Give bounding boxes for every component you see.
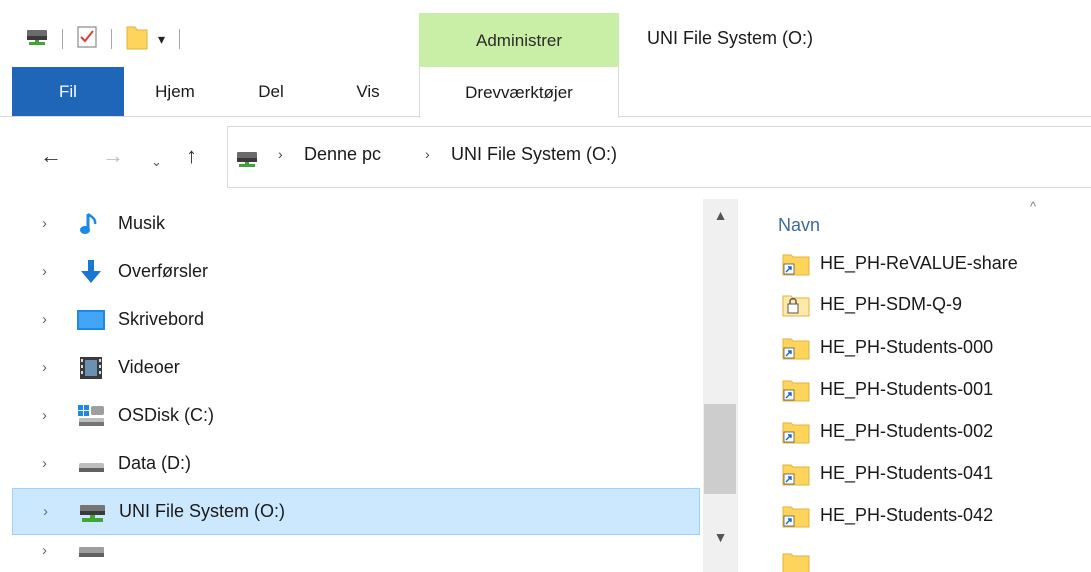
- file-list: ^ Navn HE_PH-ReVALUE-share HE_PH-SDM-Q-9: [740, 199, 1091, 572]
- chevron-right-icon[interactable]: ›: [42, 542, 47, 559]
- toolbar-divider: [111, 29, 112, 49]
- ribbon-tabs: Fil Hjem Del Vis Drevværktøjer: [0, 67, 1091, 118]
- scroll-down-icon[interactable]: ▼: [703, 529, 738, 545]
- tree-item-label: UNI File System (O:): [119, 501, 286, 521]
- chevron-right-icon[interactable]: ›: [42, 311, 47, 328]
- tree-item-label: OSDisk (C:): [118, 405, 214, 425]
- file-row[interactable]: HE_PH-ReVALUE-share: [778, 243, 1088, 284]
- toolbar-divider: [179, 29, 181, 49]
- file-row-partial[interactable]: [778, 537, 1088, 572]
- tab-drive-tools[interactable]: Drevværktøjer: [419, 67, 619, 118]
- shared-folder-icon: [782, 462, 810, 486]
- column-header-name[interactable]: Navn: [778, 215, 820, 236]
- arrow-up-icon[interactable]: ↑: [186, 143, 197, 169]
- tab-file[interactable]: Fil: [12, 67, 124, 116]
- tab-view[interactable]: Vis: [338, 67, 398, 116]
- sort-ascending-icon: ^: [1030, 199, 1037, 214]
- chevron-right-icon[interactable]: ›: [42, 455, 47, 472]
- file-row[interactable]: HE_PH-Students-000: [778, 327, 1088, 368]
- file-name: HE_PH-Students-001: [820, 379, 994, 399]
- drive-icon: [76, 541, 106, 567]
- file-row[interactable]: HE_PH-Students-002: [778, 411, 1088, 452]
- drive-icon: [76, 451, 106, 477]
- scroll-up-icon[interactable]: ▲: [703, 207, 738, 223]
- customize-dropdown-icon[interactable]: ▾: [158, 32, 165, 46]
- address-bar[interactable]: › Denne pc › UNI File System (O:): [227, 126, 1091, 188]
- file-name: HE_PH-ReVALUE-share: [820, 253, 1018, 273]
- tree-item-music[interactable]: › Musik: [12, 200, 700, 247]
- file-name: HE_PH-Students-042: [820, 505, 994, 525]
- tree-item-desktop[interactable]: › Skrivebord: [12, 296, 700, 343]
- tab-share[interactable]: Del: [236, 67, 306, 116]
- properties-check-icon[interactable]: [77, 25, 97, 53]
- scrollbar-thumb[interactable]: [704, 404, 736, 494]
- chevron-right-icon[interactable]: ›: [42, 263, 47, 280]
- navigation-bar: ← → ⌄ ↑ › Denne pc › UNI File System (O:…: [0, 117, 1091, 199]
- new-folder-icon[interactable]: [126, 24, 148, 55]
- network-drive-icon: [236, 151, 258, 172]
- file-name: HE_PH-Students-041: [820, 463, 994, 483]
- chevron-right-icon[interactable]: ›: [278, 146, 283, 162]
- file-name: HE_PH-SDM-Q-9: [820, 294, 963, 314]
- file-row[interactable]: HE_PH-Students-042: [778, 495, 1088, 536]
- locked-folder-icon: [782, 293, 810, 317]
- chevron-right-icon[interactable]: ›: [42, 359, 47, 376]
- tree-item-label: Musik: [118, 213, 166, 233]
- breadcrumb-this-pc[interactable]: Denne pc: [304, 144, 381, 165]
- desktop-icon: [76, 307, 106, 333]
- chevron-right-icon[interactable]: ›: [42, 407, 47, 424]
- downloads-icon: [76, 259, 106, 285]
- tree-item-label: Skrivebord: [118, 309, 205, 329]
- file-row[interactable]: HE_PH-Students-001: [778, 369, 1088, 410]
- shared-folder-icon: [782, 252, 810, 276]
- shared-folder-icon: [782, 336, 810, 360]
- file-row[interactable]: HE_PH-Students-041: [778, 453, 1088, 494]
- shared-folder-icon: [782, 378, 810, 402]
- file-name: HE_PH-Students-002: [820, 421, 994, 441]
- tree-item-label: Overførsler: [118, 261, 208, 281]
- shared-folder-icon: [782, 504, 810, 528]
- tree-item-partial[interactable]: ›: [12, 536, 700, 572]
- tree-item-downloads[interactable]: › Overførsler: [12, 248, 700, 295]
- arrow-left-icon[interactable]: ←: [40, 143, 62, 169]
- toolbar-divider: [62, 29, 63, 49]
- tree-item-label: Videoer: [118, 357, 180, 377]
- windows-drive-icon: [76, 403, 106, 429]
- chevron-down-icon[interactable]: ⌄: [151, 149, 162, 175]
- title-bar: ▾ Administrer UNI File System (O:): [0, 0, 1091, 67]
- breadcrumb-current-drive[interactable]: UNI File System (O:): [451, 144, 617, 165]
- context-tab-header: Administrer: [419, 13, 619, 67]
- tree-item-videos[interactable]: › Videoer: [12, 344, 700, 391]
- file-row[interactable]: HE_PH-SDM-Q-9: [778, 284, 1088, 325]
- network-drive-icon[interactable]: [26, 29, 48, 50]
- tree-scrollbar[interactable]: ▲ ▼: [703, 199, 738, 572]
- file-name: HE_PH-Students-000: [820, 337, 994, 357]
- tab-home[interactable]: Hjem: [130, 67, 220, 116]
- videos-icon: [76, 355, 106, 381]
- tree-item-data[interactable]: › Data (D:): [12, 440, 700, 487]
- window-title: UNI File System (O:): [647, 28, 814, 48]
- chevron-right-icon[interactable]: ›: [42, 215, 47, 232]
- music-icon: [76, 211, 106, 237]
- shared-folder-icon: [782, 551, 810, 572]
- tree-item-osdisk[interactable]: › OSDisk (C:): [12, 392, 700, 439]
- context-tab-label: Administrer: [476, 31, 562, 50]
- shared-folder-icon: [782, 420, 810, 444]
- tree-item-label: Data (D:): [118, 453, 192, 473]
- quick-access-toolbar: ▾: [26, 24, 194, 54]
- tree-item-uni-file-system[interactable]: › UNI File System (O:): [12, 488, 700, 535]
- chevron-right-icon[interactable]: ›: [425, 146, 430, 162]
- chevron-right-icon[interactable]: ›: [43, 503, 48, 520]
- navigation-pane: › Musik › Overførsler › Skrivebord › Vid…: [0, 199, 740, 572]
- arrow-right-icon[interactable]: →: [102, 143, 124, 169]
- network-drive-icon: [77, 499, 107, 525]
